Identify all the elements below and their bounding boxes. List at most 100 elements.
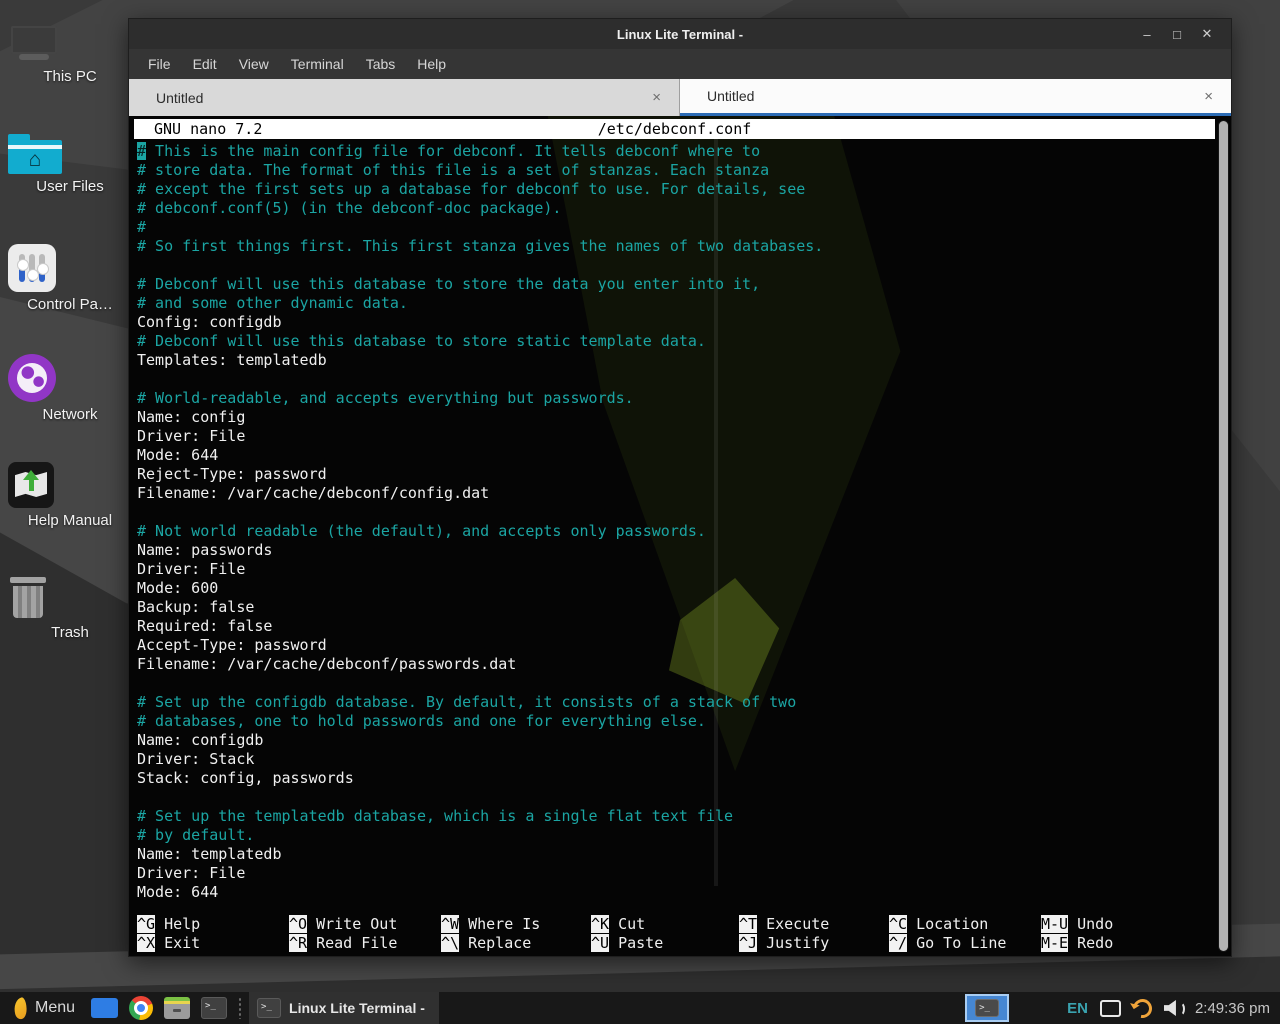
desktop-icon-label: Trash — [8, 624, 132, 641]
desktop-icon-help-manual[interactable]: Help Manual — [8, 462, 132, 529]
maximize-button[interactable]: □ — [1167, 24, 1187, 44]
desktop-icon-user-files[interactable]: ⌂User Files — [8, 134, 132, 195]
desktop-icon-trash[interactable]: Trash — [8, 574, 132, 641]
nano-line: Reject-Type: password — [137, 465, 1211, 484]
shortcut-label: Undo — [1068, 915, 1113, 933]
nano-line — [137, 256, 1211, 275]
taskbar: Menu >_ >_ Linux Lite Terminal - >_ EN 2… — [0, 992, 1280, 1024]
nano-shortcut[interactable]: ^G Help — [137, 915, 289, 934]
nano-line: Driver: Stack — [137, 750, 1211, 769]
shortcut-key: ^K — [591, 915, 609, 933]
desktop-icon-network[interactable]: Network — [8, 354, 132, 423]
nano-shortcut[interactable]: ^/ Go To Line — [889, 934, 1041, 953]
terminal-content[interactable]: GNU nano 7.2 /etc/debconf.conf # This is… — [129, 116, 1231, 956]
nano-shortcut[interactable]: ^R Read File — [289, 934, 441, 953]
shortcut-label: Read File — [307, 934, 397, 952]
desktop: This PC ⌂User Files Control Pa… Network Help… — [0, 0, 1280, 1024]
panel-separator — [237, 997, 245, 1019]
nano-shortcut[interactable]: ^O Write Out — [289, 915, 441, 934]
nano-shortcut[interactable]: ^C Location — [889, 915, 1041, 934]
nano-line: Config: configdb — [137, 313, 1211, 332]
system-tray: >_ EN 2:49:36 pm — [965, 992, 1280, 1024]
taskbar-window-button[interactable]: >_ Linux Lite Terminal - — [249, 992, 439, 1024]
nano-line: Name: config — [137, 408, 1211, 427]
nano-text-area[interactable]: # This is the main config file for debco… — [137, 142, 1211, 902]
tab-close-icon[interactable]: × — [1204, 88, 1213, 105]
nano-shortcut[interactable]: M-U Undo — [1041, 915, 1207, 934]
tab-1[interactable]: Untitled × — [129, 79, 680, 116]
nano-line: Filename: /var/cache/debconf/config.dat — [137, 484, 1211, 503]
nano-line: # Set up the configdb database. By defau… — [137, 693, 1211, 712]
clock[interactable]: 2:49:36 pm — [1195, 1000, 1270, 1017]
shortcut-key: ^O — [289, 915, 307, 933]
nano-shortcut[interactable]: ^K Cut — [591, 915, 739, 934]
menu-item-terminal[interactable]: Terminal — [280, 49, 355, 79]
shortcut-key: ^T — [739, 915, 757, 933]
nano-line: Accept-Type: password — [137, 636, 1211, 655]
menu-item-tabs[interactable]: Tabs — [355, 49, 407, 79]
nano-line: Stack: config, passwords — [137, 769, 1211, 788]
menu-item-view[interactable]: View — [228, 49, 280, 79]
nano-shortcut[interactable]: ^U Paste — [591, 934, 739, 953]
update-icon[interactable] — [1129, 995, 1155, 1021]
archive-icon[interactable] — [164, 997, 190, 1019]
nano-shortcut[interactable]: M-E Redo — [1041, 934, 1207, 953]
shortcut-key: ^C — [889, 915, 907, 933]
shortcut-key: ^G — [137, 915, 155, 933]
control-icon — [8, 244, 56, 292]
terminal-window: Linux Lite Terminal - – □ ✕ FileEditView… — [128, 18, 1232, 957]
scrollbar-thumb[interactable] — [1219, 121, 1228, 951]
terminal-icon: >_ — [975, 999, 999, 1017]
window-titlebar[interactable]: Linux Lite Terminal - – □ ✕ — [129, 19, 1231, 49]
window-title: Linux Lite Terminal - — [129, 27, 1231, 42]
nano-line: # and some other dynamic data. — [137, 294, 1211, 313]
nano-line: # Not world readable (the default), and … — [137, 522, 1211, 541]
minimize-button[interactable]: – — [1137, 24, 1157, 44]
menu-item-file[interactable]: File — [137, 49, 182, 79]
nano-shortcut[interactable]: ^W Where Is — [441, 915, 591, 934]
nano-line — [137, 503, 1211, 522]
file-manager-icon[interactable] — [91, 998, 118, 1018]
tab-2[interactable]: Untitled × — [680, 79, 1231, 116]
shortcut-key: ^X — [137, 934, 155, 952]
nano-line: Name: configdb — [137, 731, 1211, 750]
nano-titlebar: GNU nano 7.2 /etc/debconf.conf — [134, 119, 1215, 139]
linux-lite-logo-icon[interactable] — [12, 996, 30, 1020]
window-switcher-active-button[interactable]: >_ — [965, 994, 1009, 1022]
tab-label: Untitled — [680, 88, 754, 104]
tab-label: Untitled — [129, 90, 203, 106]
workspace-icon[interactable] — [1100, 1000, 1121, 1017]
desktop-icon-label: Control Pa… — [8, 296, 132, 313]
nano-shortcut[interactable]: ^X Exit — [137, 934, 289, 953]
shortcut-key: ^\ — [441, 934, 459, 952]
terminal-launcher-icon[interactable]: >_ — [201, 997, 227, 1019]
computer-icon — [8, 24, 60, 64]
shortcut-key: M-U — [1041, 915, 1068, 933]
shortcut-label: Justify — [757, 934, 829, 952]
desktop-icon-this-pc[interactable]: This PC — [8, 24, 132, 85]
tab-close-icon[interactable]: × — [652, 89, 661, 106]
nano-line: Mode: 644 — [137, 883, 1211, 902]
nano-shortcut-bar: ^G Help^O Write Out^W Where Is^K Cut^T E… — [137, 915, 1207, 953]
nano-line: # World-readable, and accepts everything… — [137, 389, 1211, 408]
nano-line — [137, 370, 1211, 389]
quick-launchers: >_ — [91, 996, 227, 1020]
close-button[interactable]: ✕ — [1197, 24, 1217, 44]
nano-line: # Debconf will use this database to stor… — [137, 275, 1211, 294]
menu-item-help[interactable]: Help — [406, 49, 457, 79]
shortcut-key: ^J — [739, 934, 757, 952]
taskbar-window-label: Linux Lite Terminal - — [289, 1000, 425, 1016]
nano-shortcut[interactable]: ^T Execute — [739, 915, 889, 934]
scrollbar[interactable] — [1218, 120, 1229, 952]
volume-icon[interactable] — [1164, 1000, 1183, 1016]
desktop-icon-control-pa[interactable]: Control Pa… — [8, 244, 132, 313]
chrome-icon[interactable] — [129, 996, 153, 1020]
shortcut-key: ^W — [441, 915, 459, 933]
nano-line: Name: templatedb — [137, 845, 1211, 864]
nano-shortcut[interactable]: ^J Justify — [739, 934, 889, 953]
nano-shortcut[interactable]: ^\ Replace — [441, 934, 591, 953]
keyboard-layout-indicator[interactable]: EN — [1067, 1000, 1088, 1017]
nano-line: Filename: /var/cache/debconf/passwords.d… — [137, 655, 1211, 674]
menu-item-edit[interactable]: Edit — [182, 49, 228, 79]
menu-button[interactable]: Menu — [35, 999, 75, 1017]
